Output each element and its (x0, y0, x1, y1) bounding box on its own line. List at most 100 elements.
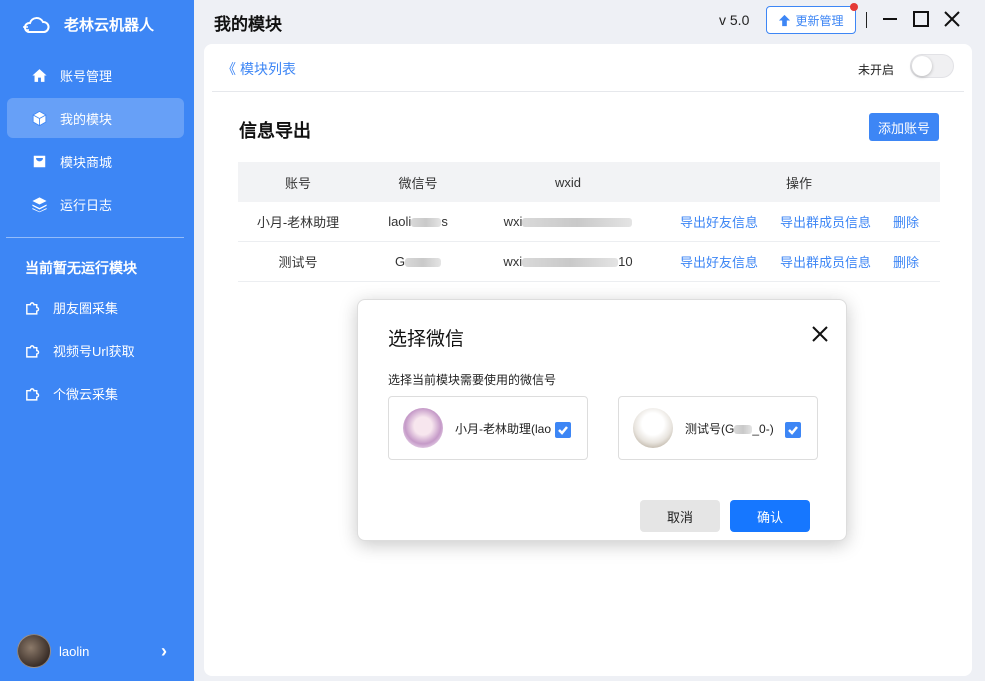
wechat-account-card[interactable]: 小月-老林助理(lao (388, 396, 588, 460)
version-label: v 5.0 (719, 12, 750, 28)
redacted-blur (522, 258, 619, 268)
cloud-logo-icon (23, 16, 50, 33)
page-title: 我的模块 (214, 15, 282, 34)
cancel-button[interactable]: 取消 (640, 500, 720, 532)
export-group-members-link[interactable]: 导出群成员信息 (780, 212, 871, 231)
wxid-visible: wxi (503, 214, 523, 229)
table-header: 账号 微信号 wxid 操作 (238, 162, 940, 202)
account-checkbox[interactable] (785, 422, 801, 438)
cell-wechat-id: G (358, 254, 478, 269)
select-wechat-dialog: 选择微信 选择当前模块需要使用的微信号 小月-老林助理(lao 测试号(G _0-… (357, 299, 847, 541)
puzzle-icon (26, 388, 40, 401)
update-management-button[interactable]: 更新管理 (766, 6, 856, 34)
account-label: 小月-老林助理(lao (455, 421, 552, 436)
redacted-blur (411, 218, 442, 228)
account-avatar (633, 408, 673, 448)
cell-account: 测试号 (278, 255, 318, 270)
back-to-module-list[interactable]: 《 模块列表 (222, 59, 296, 79)
table-row: 小月-老林助理 laoli s wxi 导出好友信息 导出群成员信息 删除 (238, 202, 940, 242)
close-window-button[interactable] (941, 8, 963, 30)
wxid-visible-end: 10 (618, 254, 633, 269)
section-title: 信息导出 (239, 121, 311, 141)
minimize-button[interactable] (879, 8, 901, 30)
checkmark-icon (788, 426, 798, 435)
wechat-id-visible: G (394, 254, 406, 269)
accounts-table: 账号 微信号 wxid 操作 小月-老林助理 laoli s wxi 导出好友信息… (238, 162, 940, 282)
module-video-url[interactable]: 视频号Url获取 (24, 341, 135, 360)
header-account: 账号 (284, 175, 311, 191)
cell-actions: 导出好友信息 导出群成员信息 删除 (658, 212, 940, 231)
upload-arrow-icon (779, 14, 791, 26)
header-wechat-id: 微信号 (398, 175, 438, 191)
add-account-button[interactable]: 添加账号 (869, 113, 939, 141)
module-enable-toggle[interactable] (910, 54, 954, 78)
sidebar: 老林云机器人 账号管理 我的模块 模块商城 运行日志 当前暂无运行模块 朋友圈采… (0, 0, 194, 681)
layers-icon (32, 196, 47, 212)
cell-wechat-id: laoli s (358, 214, 478, 229)
cell-wxid: wxi 10 (478, 254, 658, 269)
confirm-button[interactable]: 确认 (730, 500, 810, 532)
notification-dot (850, 3, 858, 11)
redacted-blur (734, 424, 753, 434)
account-label-visible-end: _0-) (752, 421, 774, 436)
account-label: 测试号(G _0-) (685, 420, 785, 437)
module-label: 朋友圈采集 (53, 301, 119, 316)
dialog-title: 选择微信 (388, 329, 465, 350)
maximize-icon (913, 11, 929, 27)
maximize-button[interactable] (910, 8, 932, 30)
redacted-blur (405, 258, 442, 268)
nav-label: 运行日志 (60, 197, 113, 213)
double-chevron-left-icon: 《 (222, 61, 236, 77)
dialog-close-button[interactable] (810, 324, 832, 346)
nav-label: 账号管理 (60, 68, 113, 84)
avatar (17, 634, 51, 668)
close-icon (944, 11, 960, 27)
wechat-id-visible-end: s (441, 214, 448, 229)
nav-account-management[interactable]: 账号管理 (7, 55, 184, 95)
user-profile[interactable]: laolin › (17, 633, 177, 669)
close-icon (812, 326, 828, 342)
table-row: 测试号 G wxi 10 导出好友信息 导出群成员信息 删除 (238, 242, 940, 282)
nav-label: 我的模块 (60, 111, 113, 127)
export-friends-link[interactable]: 导出好友信息 (680, 252, 758, 271)
back-label: 模块列表 (240, 61, 296, 77)
header-actions: 操作 (785, 175, 812, 191)
puzzle-icon (26, 302, 40, 315)
redacted-blur (522, 218, 633, 228)
nav-run-log[interactable]: 运行日志 (7, 184, 184, 224)
account-checkbox[interactable] (555, 422, 571, 438)
nav-label: 模块商城 (60, 154, 113, 170)
cell-actions: 导出好友信息 导出群成员信息 删除 (658, 252, 940, 271)
wxid-visible: wxi (503, 254, 523, 269)
export-friends-link[interactable]: 导出好友信息 (680, 212, 758, 231)
cube-icon (32, 110, 47, 126)
checkmark-icon (558, 426, 568, 435)
chevron-right-icon[interactable]: › (161, 641, 167, 662)
delete-link[interactable]: 删除 (893, 252, 919, 271)
wechat-account-card[interactable]: 测试号(G _0-) (618, 396, 818, 460)
delete-link[interactable]: 删除 (893, 212, 919, 231)
update-label: 更新管理 (795, 13, 844, 28)
module-cloud-collect[interactable]: 个微云采集 (24, 384, 118, 403)
header-wxid: wxid (554, 174, 581, 190)
nav-module-store[interactable]: 模块商城 (7, 141, 184, 181)
cell-account: 小月-老林助理 (256, 215, 340, 230)
minimize-icon (883, 18, 897, 20)
puzzle-icon (26, 345, 40, 358)
wechat-id-visible: laoli (388, 214, 412, 229)
dialog-subtitle: 选择当前模块需要使用的微信号 (388, 373, 557, 387)
module-moments-collect[interactable]: 朋友圈采集 (24, 298, 118, 317)
bag-icon (32, 153, 47, 169)
module-label: 个微云采集 (53, 387, 119, 402)
account-label-visible: 测试号(G (685, 421, 735, 436)
toggle-knob (912, 56, 932, 76)
home-icon (32, 68, 47, 82)
panel-divider (212, 91, 964, 92)
app-name: 老林云机器人 (64, 17, 155, 34)
user-name: laolin (59, 643, 90, 659)
module-label: 视频号Url获取 (53, 344, 135, 359)
toggle-status-label: 未开启 (858, 63, 895, 77)
cell-wxid: wxi (478, 214, 658, 229)
export-group-members-link[interactable]: 导出群成员信息 (780, 252, 871, 271)
nav-my-modules[interactable]: 我的模块 (7, 98, 184, 138)
